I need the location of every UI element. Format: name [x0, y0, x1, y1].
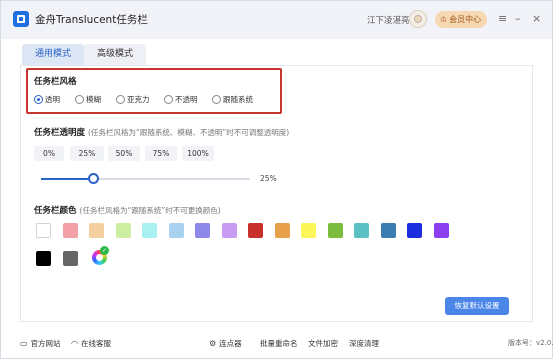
color-swatch[interactable]: [248, 223, 263, 238]
radio-blur[interactable]: 模糊: [75, 94, 101, 105]
title-bar: 金舟Translucent任务栏 江下凌湛亮 ♔ 会员中心 ≡ – ×: [1, 1, 552, 39]
vip-center-button[interactable]: ♔ 会员中心: [435, 11, 488, 28]
color-swatch[interactable]: [354, 223, 369, 238]
preset-100-button[interactable]: 100%: [182, 146, 214, 161]
online-service-label: 在线客服: [80, 339, 111, 348]
radio-unselected-icon: [164, 95, 173, 104]
color-swatch[interactable]: [195, 223, 210, 238]
color-title: 任务栏颜色 (任务栏风格为“跟随系统”时不可更换颜色): [34, 204, 221, 216]
radio-unselected-icon: [75, 95, 84, 104]
color-swatch[interactable]: [221, 223, 237, 238]
color-swatch[interactable]: [115, 223, 131, 238]
color-swatch[interactable]: [380, 223, 396, 238]
radio-opaque[interactable]: 不透明: [164, 94, 198, 105]
color-swatch[interactable]: [36, 251, 51, 266]
gear-icon: ⚙: [209, 339, 217, 348]
radio-acrylic[interactable]: 亚克力: [116, 94, 150, 105]
user-avatar[interactable]: [409, 10, 427, 28]
transparency-slider-handle[interactable]: [87, 173, 99, 184]
headset-icon: ◠: [71, 339, 78, 348]
taskbar-style-title: 任务栏风格: [34, 77, 77, 87]
radio-unselected-icon: [116, 95, 125, 104]
tool-deep-clean-link[interactable]: 深度清理: [349, 338, 379, 349]
color-swatch[interactable]: [274, 223, 290, 238]
radio-label: 透明: [45, 95, 60, 104]
transparency-note: (任务栏风格为“跟随系统、模糊、不透明”时不可调整透明度): [88, 128, 290, 137]
preset-0-button[interactable]: 0%: [34, 146, 64, 161]
color-swatch[interactable]: [433, 223, 449, 238]
radio-unselected-icon: [212, 95, 221, 104]
color-title-text: 任务栏颜色: [34, 206, 77, 216]
vip-crown-icon: ♔: [440, 15, 448, 24]
preset-25-button[interactable]: 25%: [70, 146, 104, 161]
tool-clicker-link[interactable]: ⚙ 连点器: [209, 338, 242, 349]
tool-file-encrypt-link[interactable]: 文件加密: [308, 338, 338, 349]
color-note: (任务栏风格为“跟随系统”时不可更换颜色): [79, 206, 221, 215]
color-swatch[interactable]: [407, 223, 422, 238]
tool-batch-rename-link[interactable]: 批量重命名: [260, 338, 298, 349]
radio-label: 亚克力: [127, 95, 150, 104]
radio-follow-system[interactable]: 跟随系统: [212, 94, 253, 105]
vip-label: 会员中心: [449, 15, 482, 24]
official-website-label: 官方网站: [30, 339, 61, 348]
official-website-link[interactable]: ▭ 官方网站: [20, 338, 61, 349]
app-logo-icon: [13, 11, 29, 27]
preset-50-button[interactable]: 50%: [108, 146, 140, 161]
color-swatch[interactable]: [327, 223, 343, 238]
radio-transparent[interactable]: 透明: [34, 94, 60, 105]
color-swatch[interactable]: [36, 223, 51, 238]
transparency-title: 任务栏透明度 (任务栏风格为“跟随系统、模糊、不透明”时不可调整透明度): [34, 126, 289, 138]
tab-advanced-mode[interactable]: 高级模式: [84, 44, 146, 65]
transparency-value: 25%: [260, 174, 277, 183]
color-swatch[interactable]: [89, 223, 104, 238]
tab-general-mode[interactable]: 通用模式: [22, 44, 84, 65]
color-swatch[interactable]: [62, 251, 78, 266]
online-service-link[interactable]: ◠ 在线客服: [71, 338, 111, 349]
user-name[interactable]: 江下凌湛亮: [367, 14, 410, 26]
radio-label: 跟随系统: [223, 95, 253, 104]
tool-label: 连点器: [219, 339, 242, 348]
radio-label: 不透明: [175, 95, 198, 104]
version-label: 版本号：v2.0.5: [508, 339, 553, 347]
preset-75-button[interactable]: 75%: [145, 146, 177, 161]
transparency-slider-fill: [41, 178, 94, 180]
close-icon[interactable]: ×: [532, 13, 541, 25]
app-window: 金舟Translucent任务栏 江下凌湛亮 ♔ 会员中心 ≡ – × 通用模式 …: [0, 0, 553, 359]
menu-icon[interactable]: ≡: [498, 13, 507, 25]
color-swatch[interactable]: [301, 223, 316, 238]
color-swatch[interactable]: [168, 223, 184, 238]
minimize-icon[interactable]: –: [515, 13, 521, 25]
color-swatch[interactable]: [142, 223, 157, 238]
check-icon: ✓: [100, 246, 109, 255]
radio-selected-icon: [34, 95, 43, 104]
radio-label: 模糊: [86, 95, 101, 104]
transparency-title-text: 任务栏透明度: [34, 128, 86, 138]
monitor-icon: ▭: [20, 339, 28, 348]
color-swatch[interactable]: [62, 223, 78, 238]
app-title: 金舟Translucent任务栏: [35, 14, 148, 26]
restore-defaults-button[interactable]: 恢复默认设置: [445, 297, 509, 315]
